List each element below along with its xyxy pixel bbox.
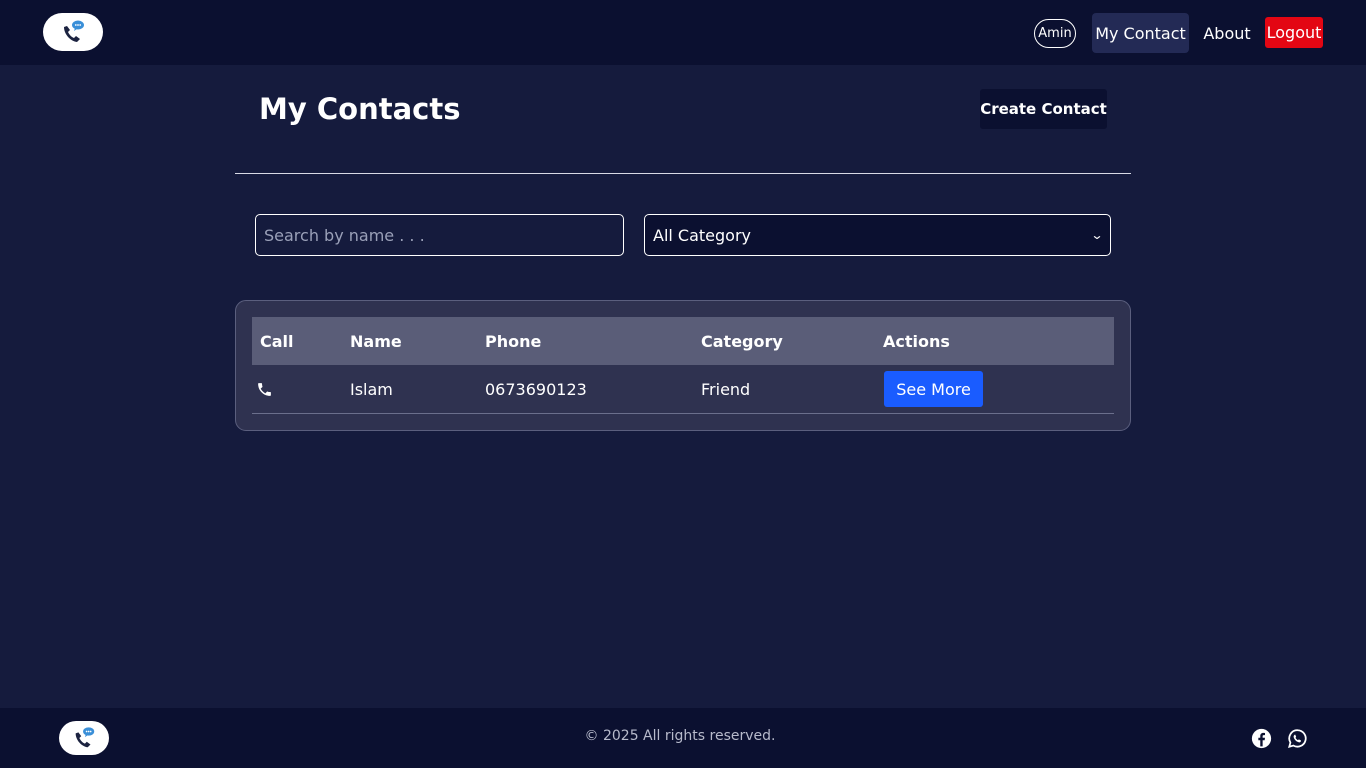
contact-phone: 0673690123 — [485, 379, 587, 399]
category-selected-value: All Category — [653, 225, 752, 245]
divider — [235, 173, 1131, 174]
phone-icon — [258, 382, 271, 396]
copyright-text: © 2025 All rights reserved. — [584, 728, 776, 744]
nav-about[interactable]: About — [1198, 13, 1256, 53]
header-call: Call — [260, 331, 294, 351]
see-more-button[interactable]: See More — [884, 371, 983, 407]
table-header: Call Name Phone Category Actions — [252, 317, 1114, 365]
header-name: Name — [350, 331, 402, 351]
create-contact-button[interactable]: Create Contact — [980, 89, 1107, 129]
search-input[interactable] — [255, 214, 624, 256]
table-row: Islam 0673690123 Friend See More — [252, 365, 1114, 414]
category-select[interactable]: All Category ⌄ — [644, 214, 1111, 256]
logo[interactable] — [43, 13, 103, 51]
contact-category: Friend — [701, 379, 751, 399]
header-actions: Actions — [883, 331, 950, 351]
nav-my-contact[interactable]: My Contact — [1092, 13, 1189, 53]
page-title: My Contacts — [259, 92, 461, 126]
facebook-icon — [1251, 728, 1271, 748]
navbar: Amin My Contact About Logout — [0, 0, 1366, 65]
facebook-link[interactable] — [1250, 727, 1272, 749]
header-category: Category — [701, 331, 783, 351]
chevron-down-icon: ⌄ — [1090, 228, 1104, 242]
logout-button[interactable]: Logout — [1265, 17, 1323, 48]
whatsapp-link[interactable] — [1286, 727, 1308, 749]
phone-chat-logo-icon — [64, 20, 84, 42]
user-avatar[interactable]: Amin — [1034, 19, 1076, 48]
call-button[interactable] — [256, 365, 273, 413]
header-phone: Phone — [485, 331, 542, 351]
whatsapp-icon — [1287, 728, 1307, 748]
contact-name: Islam — [350, 379, 393, 399]
footer: © 2025 All rights reserved. — [0, 708, 1366, 768]
contacts-table: Call Name Phone Category Actions Islam 0… — [235, 300, 1131, 431]
